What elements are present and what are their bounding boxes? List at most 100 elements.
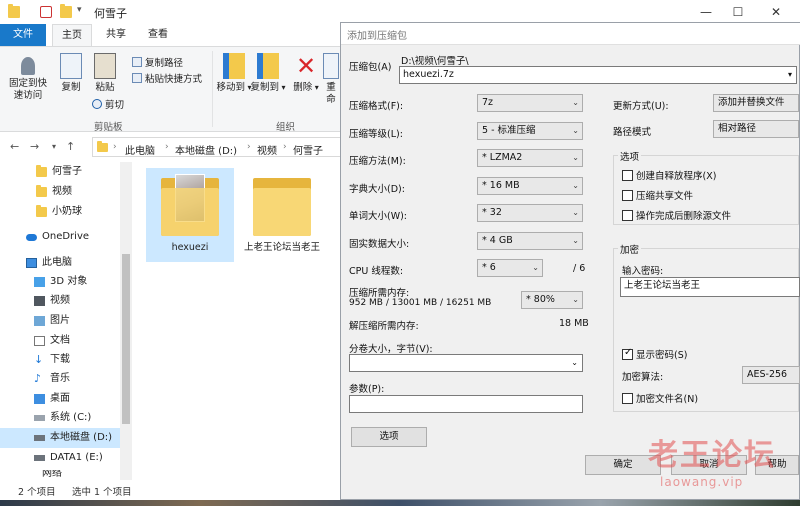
split-size-input[interactable]: ⌄	[349, 354, 583, 372]
copy-to-label: 复制到	[250, 82, 279, 93]
shared-files-checkbox[interactable]: 压缩共享文件	[622, 188, 693, 202]
folder-icon	[36, 165, 47, 177]
copy-path-label: 复制路径	[145, 58, 184, 69]
nav-item-downloads[interactable]: ↓ 下载	[0, 350, 120, 370]
delete-after-checkbox[interactable]: 操作完成后删除源文件	[622, 208, 731, 222]
cloud-icon	[26, 234, 37, 241]
nav-item-this-pc[interactable]: 此电脑	[0, 253, 120, 273]
address-box[interactable]: › 此电脑 › 本地磁盘 (D:) › 视频 › 何雪子	[92, 137, 352, 157]
nav-item-desktop[interactable]: 桌面	[0, 389, 120, 409]
mem-percent-select[interactable]: * 80% ⌄	[521, 291, 583, 309]
breadcrumb-videos[interactable]: 视频	[257, 142, 277, 157]
level-select[interactable]: 5 - 标准压缩 ⌄	[477, 122, 583, 140]
desktop-background	[0, 500, 800, 506]
properties-icon[interactable]	[40, 6, 52, 18]
up-arrow-icon[interactable]: ↑	[66, 140, 75, 153]
forward-arrow-icon[interactable]: →	[30, 140, 39, 153]
nav-item-drive-e[interactable]: DATA1 (E:)	[0, 448, 120, 468]
archive-label: 压缩包(A)	[349, 62, 392, 73]
tab-home[interactable]: 主页	[52, 24, 92, 46]
nav-item-label: 文档	[50, 335, 70, 346]
nav-item-label: 音乐	[50, 373, 70, 384]
close-icon[interactable]: ✕	[762, 2, 790, 22]
folder-icon	[8, 4, 20, 18]
new-folder-icon[interactable]	[60, 4, 72, 18]
file-item-hexuezi[interactable]: hexuezi	[146, 168, 234, 262]
nav-item-3d-objects[interactable]: 3D 对象	[0, 272, 120, 292]
nav-item-videos[interactable]: 视频	[0, 291, 120, 311]
breadcrumb-drive-d[interactable]: 本地磁盘 (D:)	[175, 142, 237, 157]
pin-quick-access-button[interactable]: 固定到快速访问	[6, 53, 50, 102]
update-select[interactable]: 添加并替换文件	[713, 94, 799, 112]
method-select[interactable]: * LZMA2 ⌄	[477, 149, 583, 167]
move-to-button[interactable]: 移动到 ▾	[216, 53, 252, 94]
nav-scrollbar[interactable]	[120, 162, 132, 480]
path-mode-select[interactable]: 相对路径	[713, 120, 799, 138]
nav-item-pictures[interactable]: 图片	[0, 311, 120, 331]
delete-button[interactable]: ✕ 删除 ▾	[292, 53, 320, 94]
copy-to-button[interactable]: 复制到 ▾	[250, 53, 286, 94]
params-input[interactable]	[349, 395, 583, 413]
format-select[interactable]: 7z ⌄	[477, 94, 583, 112]
word-select[interactable]: * 32 ⌄	[477, 204, 583, 222]
chevron-down-icon: ⌄	[572, 98, 579, 107]
tab-file[interactable]: 文件	[0, 24, 46, 46]
update-label: 更新方式(U):	[613, 101, 669, 112]
cube-icon	[34, 277, 45, 287]
solid-value: * 4 GB	[482, 235, 513, 246]
chevron-down-icon: ⌄	[532, 263, 539, 272]
nav-item-videos-quick[interactable]: 视频	[0, 182, 120, 202]
picture-icon	[34, 316, 45, 326]
drive-icon	[34, 455, 45, 461]
show-password-checkbox[interactable]: 显示密码(S)	[622, 347, 687, 361]
encrypt-names-checkbox[interactable]: 加密文件名(N)	[622, 391, 698, 405]
maximize-icon[interactable]: ☐	[724, 2, 752, 22]
tab-view[interactable]: 查看	[138, 24, 178, 46]
password-value: 上老王论坛当老王	[624, 280, 701, 291]
nav-item-onedrive[interactable]: OneDrive	[0, 227, 120, 247]
nav-item-drive-d[interactable]: 本地磁盘 (D:)	[0, 428, 120, 448]
copy-label: 复制	[61, 82, 81, 93]
dict-select[interactable]: * 16 MB ⌄	[477, 177, 583, 195]
rename-button[interactable]: 重命	[322, 53, 340, 106]
solid-select[interactable]: * 4 GB ⌄	[477, 232, 583, 250]
threads-select[interactable]: * 6 ⌄	[477, 259, 543, 277]
cut-button[interactable]: 剪切	[92, 97, 124, 111]
archive-name-input[interactable]: hexuezi.7z ▾	[399, 66, 797, 84]
copy-path-button[interactable]: 复制路径	[132, 55, 183, 69]
minimize-icon[interactable]: —	[692, 2, 720, 22]
file-item-laowang[interactable]: 上老王论坛当老王	[238, 168, 326, 274]
encryption-method-label: 加密算法:	[622, 372, 664, 383]
nav-scrollbar-thumb[interactable]	[122, 254, 130, 424]
back-arrow-icon[interactable]: ←	[10, 140, 19, 153]
add-to-archive-dialog: 添加到压缩包 压缩包(A) D:\视频\何雪子\ hexuezi.7z ▾ 压缩格…	[340, 22, 800, 500]
nav-item-xiaonaiqiu[interactable]: 小奶球	[0, 202, 120, 222]
encrypt-names-label: 加密文件名(N)	[636, 394, 699, 405]
mem-comp-label: 压缩所需内存:	[349, 288, 410, 299]
desktop-icon	[34, 394, 45, 404]
encryption-method-select[interactable]: AES-256	[742, 366, 800, 384]
nav-item-label: DATA1 (E:)	[50, 452, 103, 463]
paste-shortcut-button[interactable]: 粘贴快捷方式	[132, 71, 202, 85]
nav-item-drive-c[interactable]: 系统 (C:)	[0, 408, 120, 428]
organize-group-label: 组织	[276, 122, 296, 133]
paste-button[interactable]: 粘贴	[90, 53, 120, 94]
password-input[interactable]: 上老王论坛当老王	[620, 277, 800, 297]
nav-item-hexuezi[interactable]: 何雪子	[0, 162, 120, 182]
breadcrumb-current[interactable]: 何雪子	[293, 142, 323, 157]
word-label: 单词大小(W):	[349, 211, 408, 222]
copy-button[interactable]: 复制	[56, 53, 86, 94]
tab-share[interactable]: 共享	[96, 24, 136, 46]
update-value: 添加并替换文件	[718, 97, 785, 108]
copy-icon	[60, 53, 82, 79]
quick-access-dropdown-icon[interactable]: ▾	[77, 5, 82, 15]
recent-dropdown-icon[interactable]: ▾	[52, 142, 56, 151]
format-label: 压缩格式(F):	[349, 101, 404, 112]
options-button[interactable]: 选项	[351, 427, 427, 447]
nav-item-documents[interactable]: 文档	[0, 331, 120, 351]
chevron-down-icon: ⌄	[572, 153, 579, 162]
sfx-checkbox[interactable]: 创建自释放程序(X)	[622, 168, 716, 182]
breadcrumb-this-pc[interactable]: 此电脑	[125, 142, 155, 157]
nav-item-music[interactable]: ♪ 音乐	[0, 369, 120, 389]
nav-item-network[interactable]: 网络	[0, 470, 120, 480]
